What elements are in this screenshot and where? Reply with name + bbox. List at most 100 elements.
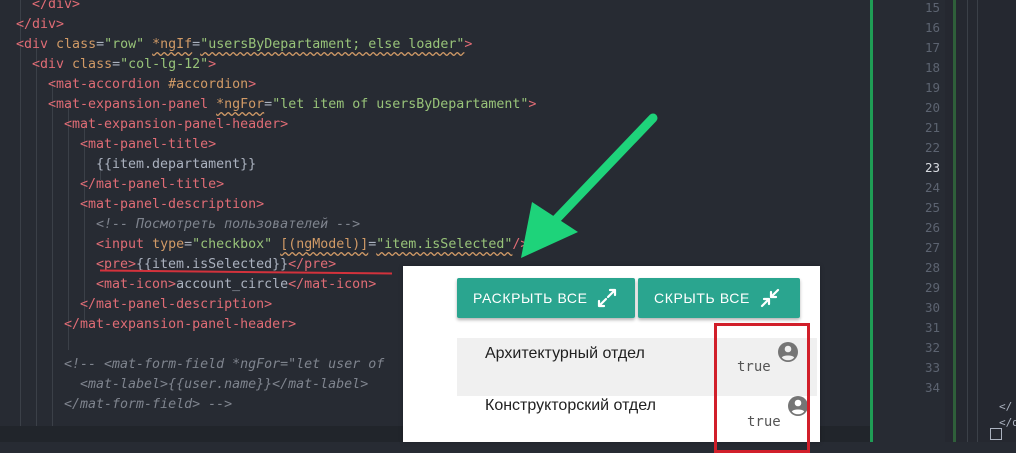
code-token: = <box>96 37 105 52</box>
expand-all-button[interactable]: РАСКРЫТЬ ВСЕ <box>457 278 635 318</box>
code-token: <mat-expansion-panel <box>48 97 209 112</box>
code-token: {{item.departament}} <box>96 157 257 172</box>
code-token: = <box>184 237 193 252</box>
panel-title: Архитектурный отдел <box>485 345 645 362</box>
line-number: 15 <box>924 0 940 15</box>
code-token: "col-lg-12" <box>120 57 209 72</box>
line-number: 34 <box>924 380 940 395</box>
code-line[interactable]: <mat-expansion-panel-header> <box>64 115 288 135</box>
minimap-guide <box>967 0 968 442</box>
code-token: = <box>112 57 121 72</box>
code-token: *ngFor <box>216 97 265 112</box>
code-token: <!-- Посмотреть пользователей --> <box>96 217 361 232</box>
code-line[interactable]: {{item.departament}} <box>96 155 256 175</box>
code-line[interactable]: </mat-panel-description> <box>80 295 272 315</box>
line-number: 22 <box>924 140 940 155</box>
line-number: 29 <box>924 280 940 295</box>
code-token: <mat-panel-title> <box>80 137 217 152</box>
code-line[interactable]: <mat-expansion-panel *ngFor="let item of… <box>48 95 536 115</box>
line-number: 33 <box>924 360 940 375</box>
code-token: </mat-expansion-panel-header> <box>64 317 297 332</box>
split-editor-icon[interactable] <box>990 428 1002 440</box>
code-token: <input <box>96 237 145 252</box>
code-token: #accordion <box>168 77 249 92</box>
code-token: type <box>152 237 185 252</box>
line-number: 20 <box>924 100 940 115</box>
line-number: 26 <box>924 220 940 235</box>
code-token: class <box>72 57 113 72</box>
code-token: </mat-form-field> --> <box>64 397 233 412</box>
code-token: <mat-accordion <box>48 77 161 92</box>
indent-guide <box>68 100 69 350</box>
code-token: [(ngModel)] <box>280 237 369 252</box>
code-line[interactable]: <!-- Посмотреть пользователей --> <box>96 215 360 235</box>
code-token: <mat-label>{{user.name}}</mat-label> <box>80 377 369 392</box>
code-token: > <box>464 37 473 52</box>
line-number: 19 <box>924 80 940 95</box>
minimap-git-bar <box>953 0 956 442</box>
code-line[interactable]: <mat-icon>account_circle</mat-icon> <box>96 275 376 295</box>
minimap-guide <box>977 0 978 442</box>
code-line[interactable]: <mat-accordion #accordion> <box>48 75 256 95</box>
expand-all-label: РАСКРЫТЬ ВСЕ <box>473 290 588 306</box>
indent-guide <box>20 0 21 442</box>
minimap[interactable]: </ </d <box>945 0 1016 442</box>
code-token: "checkbox" <box>192 237 273 252</box>
indent-guide <box>36 40 37 442</box>
code-token: "item.isSelected" <box>376 237 513 252</box>
indent-guide <box>52 80 53 442</box>
code-line[interactable]: </div> <box>32 0 80 15</box>
code-line[interactable]: </mat-form-field> --> <box>64 395 232 415</box>
code-line[interactable]: <div class="col-lg-12"> <box>32 55 216 75</box>
code-token: <mat-panel-description> <box>80 197 265 212</box>
line-number: 18 <box>924 60 940 75</box>
code-token: <div <box>16 37 49 52</box>
code-token: account_circle <box>176 277 289 292</box>
line-number: 17 <box>924 40 940 55</box>
collapse-all-label: СКРЫТЬ ВСЕ <box>654 290 750 306</box>
code-line[interactable]: <!-- <mat-form-field *ngFor="let user of <box>64 355 384 375</box>
code-line[interactable]: </mat-expansion-panel-header> <box>64 315 296 335</box>
editor-divider <box>870 0 873 442</box>
code-token: *ngIf <box>152 37 193 52</box>
code-token: "usersByDepartament; else loader" <box>200 37 465 52</box>
code-token: = <box>264 97 273 112</box>
code-token: </mat-panel-title> <box>80 177 225 192</box>
code-line[interactable]: <mat-label>{{user.name}}</mat-label> <box>80 375 368 395</box>
line-number: 24 <box>924 180 940 195</box>
collapse-all-button[interactable]: СКРЫТЬ ВСЕ <box>638 278 800 318</box>
line-number: 25 <box>924 200 940 215</box>
line-number: 23 <box>924 160 940 175</box>
code-line[interactable]: <mat-panel-title> <box>80 135 216 155</box>
line-number: 27 <box>924 240 940 255</box>
code-token: /> <box>512 237 529 252</box>
expand-icon <box>597 288 617 308</box>
minimap-text: </d <box>999 416 1016 429</box>
code-token: <mat-expansion-panel-header> <box>64 117 289 132</box>
code-token: "let item of usersByDepartament" <box>272 97 529 112</box>
code-line[interactable]: </mat-panel-title> <box>80 175 224 195</box>
code-line[interactable]: <input type="checkbox" [(ngModel)]="item… <box>96 235 528 255</box>
code-line[interactable]: <mat-panel-description> <box>80 195 264 215</box>
code-token: </mat-panel-description> <box>80 297 273 312</box>
code-token: </div> <box>32 0 81 12</box>
code-token: </pre> <box>288 257 337 272</box>
code-token: "row" <box>104 37 145 52</box>
line-number: 31 <box>924 320 940 335</box>
code-token: <!-- <mat-form-field *ngFor="let user of <box>64 357 385 372</box>
panel-title: Конструкторский отдел <box>485 397 656 414</box>
line-number: 32 <box>924 340 940 355</box>
line-number-gutter: 15 16 17 18 19 20 21 22 23 24 25 26 27 28 29 30 31 32 33 34 <box>878 0 940 442</box>
code-token: class <box>56 37 97 52</box>
code-line[interactable]: </div> <box>16 15 64 35</box>
code-line[interactable]: <div class="row" *ngIf="usersByDepartame… <box>16 35 472 55</box>
code-token: > <box>208 57 217 72</box>
code-token: > <box>528 97 537 112</box>
